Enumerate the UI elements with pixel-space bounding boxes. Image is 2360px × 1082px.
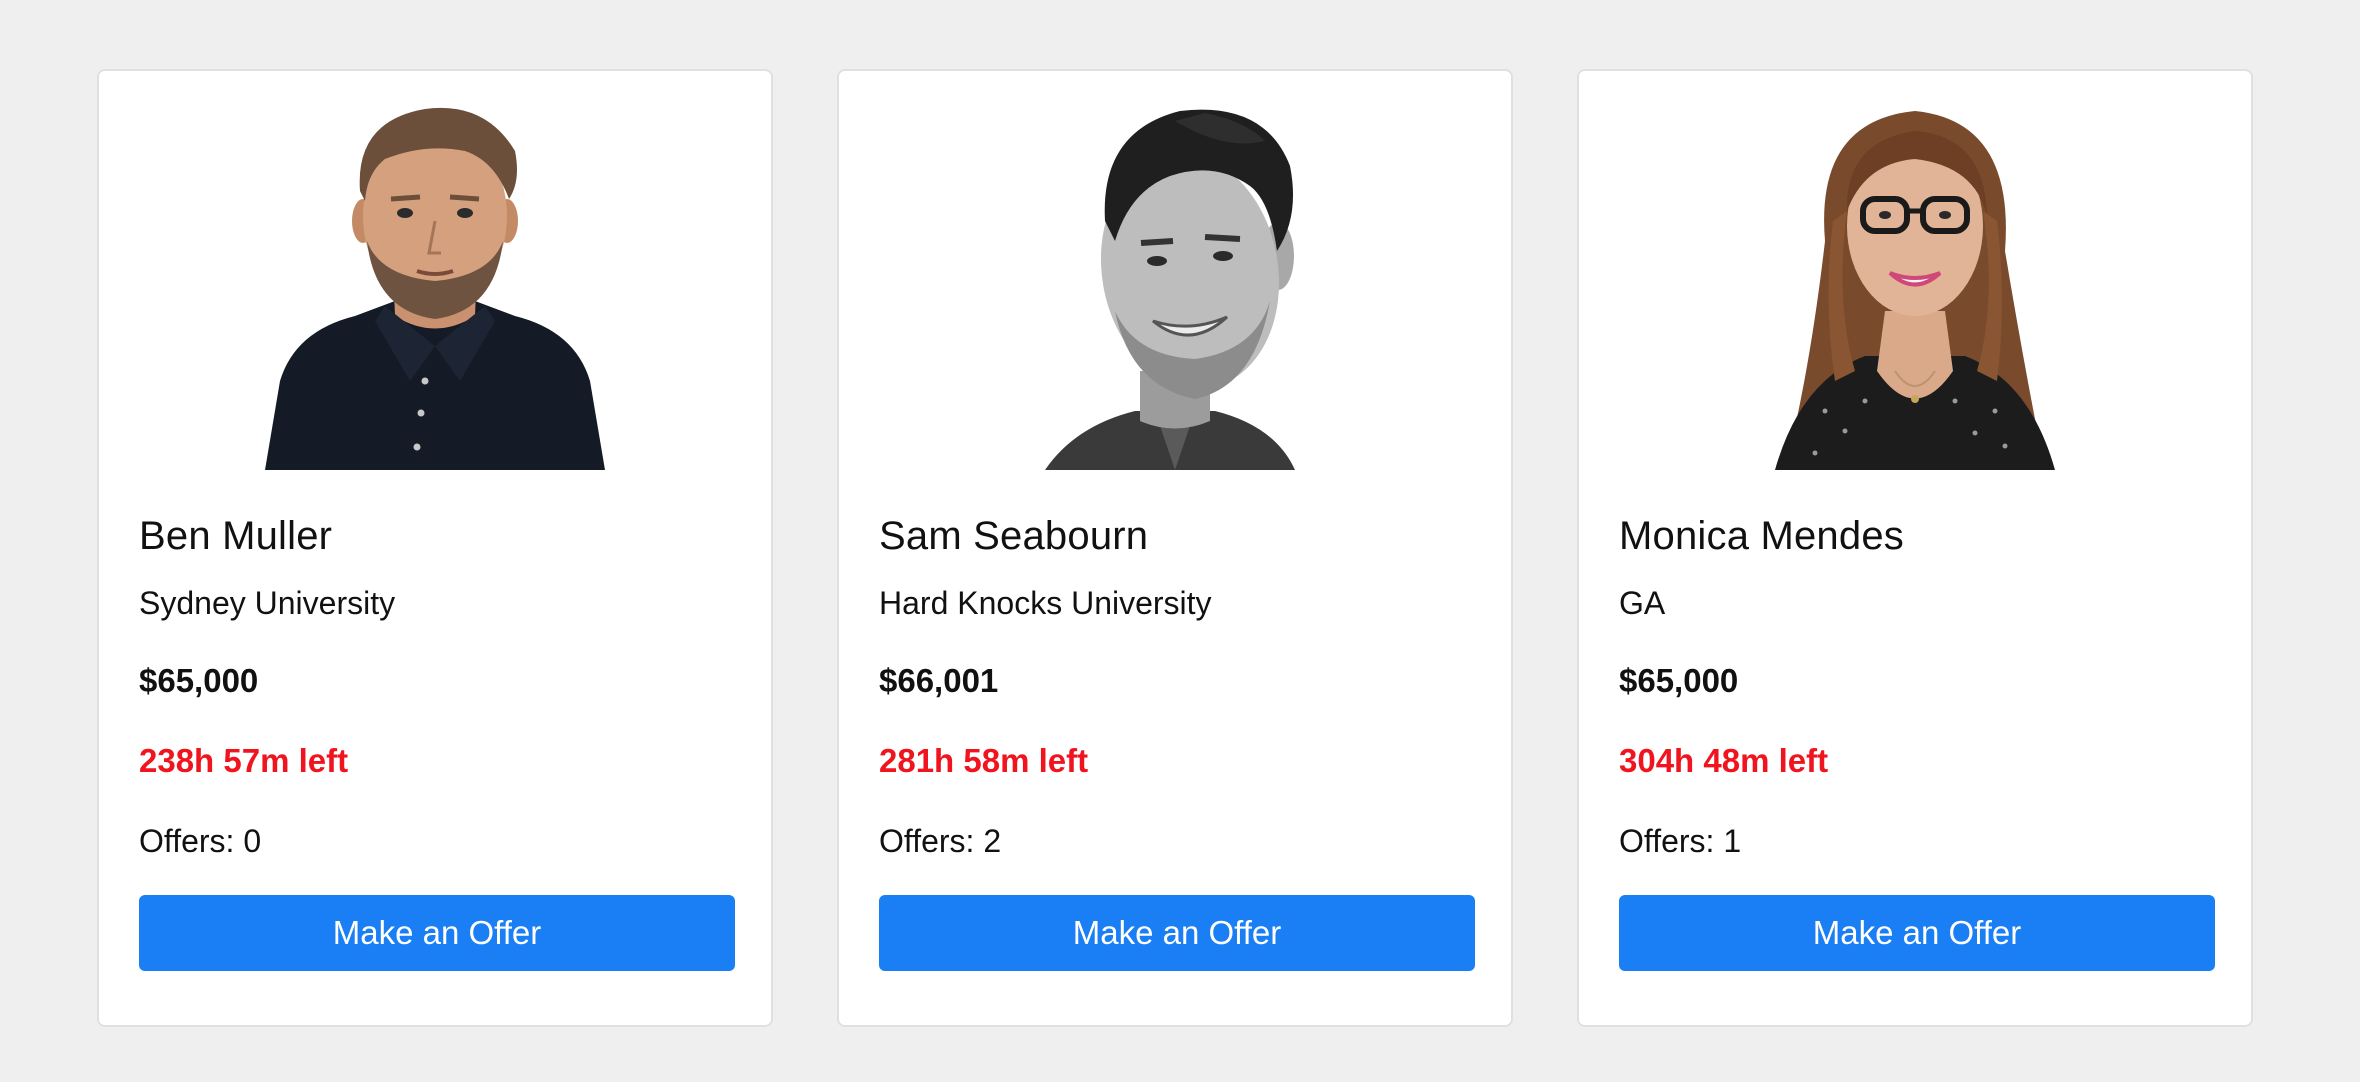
candidate-photo <box>1579 81 2251 470</box>
candidate-school: GA <box>1619 585 1666 621</box>
make-offer-button[interactable]: Make an Offer <box>1619 895 2215 971</box>
make-offer-button[interactable]: Make an Offer <box>139 895 735 971</box>
time-left: 304h 48m left <box>1619 742 1829 779</box>
time-left: 281h 58m left <box>879 742 1089 779</box>
make-offer-button[interactable]: Make an Offer <box>879 895 1475 971</box>
candidate-school: Hard Knocks University <box>879 585 1212 621</box>
candidate-card-list: Ben Muller Sydney University $65,000 238… <box>97 69 2253 1027</box>
offers-count: Offers: 1 <box>1619 823 1742 859</box>
candidate-salary: $66,001 <box>879 662 999 699</box>
candidate-name: Sam Seabourn <box>879 514 1149 558</box>
candidate-photo <box>839 81 1511 470</box>
candidate-name: Monica Mendes <box>1619 514 1904 558</box>
candidate-name: Ben Muller <box>139 514 333 558</box>
offers-count: Offers: 0 <box>139 823 262 859</box>
candidate-card: Sam Seabourn Hard Knocks University $66,… <box>837 69 1513 1027</box>
candidate-school: Sydney University <box>139 585 396 621</box>
candidate-photo <box>99 81 771 470</box>
candidate-card: Monica Mendes GA $65,000 304h 48m left O… <box>1577 69 2253 1027</box>
candidate-salary: $65,000 <box>139 662 259 699</box>
offers-count: Offers: 2 <box>879 823 1002 859</box>
candidate-card: Ben Muller Sydney University $65,000 238… <box>97 69 773 1027</box>
time-left: 238h 57m left <box>139 742 349 779</box>
candidate-salary: $65,000 <box>1619 662 1739 699</box>
